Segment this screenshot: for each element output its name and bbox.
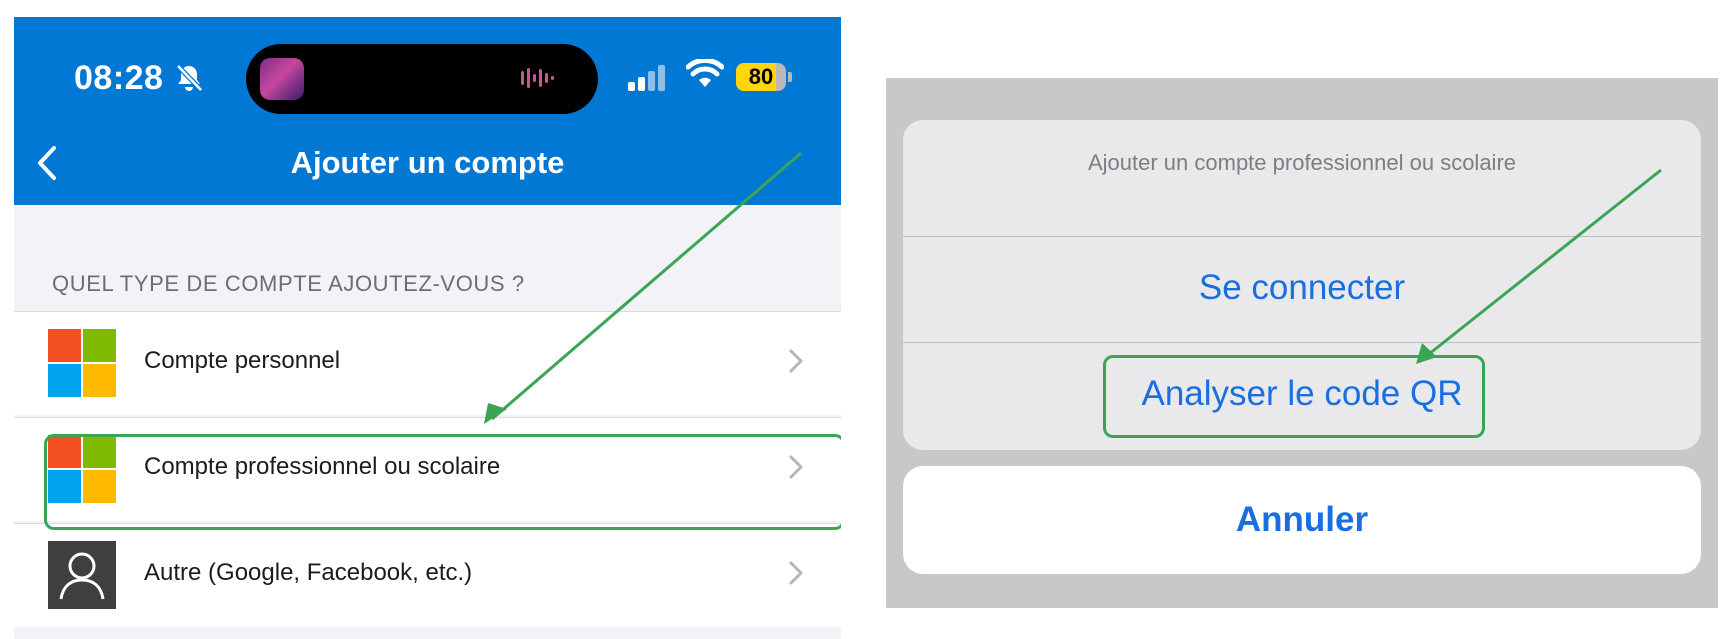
annotation-arrow (484, 151, 802, 424)
authenticator-add-account-screen: 08:28 80 Ajouter un compte QUEL TYPE DE … (14, 17, 841, 639)
action-sheet-screen: Ajouter un compte professionnel ou scola… (886, 78, 1718, 608)
annotation-arrow (1416, 168, 1662, 364)
